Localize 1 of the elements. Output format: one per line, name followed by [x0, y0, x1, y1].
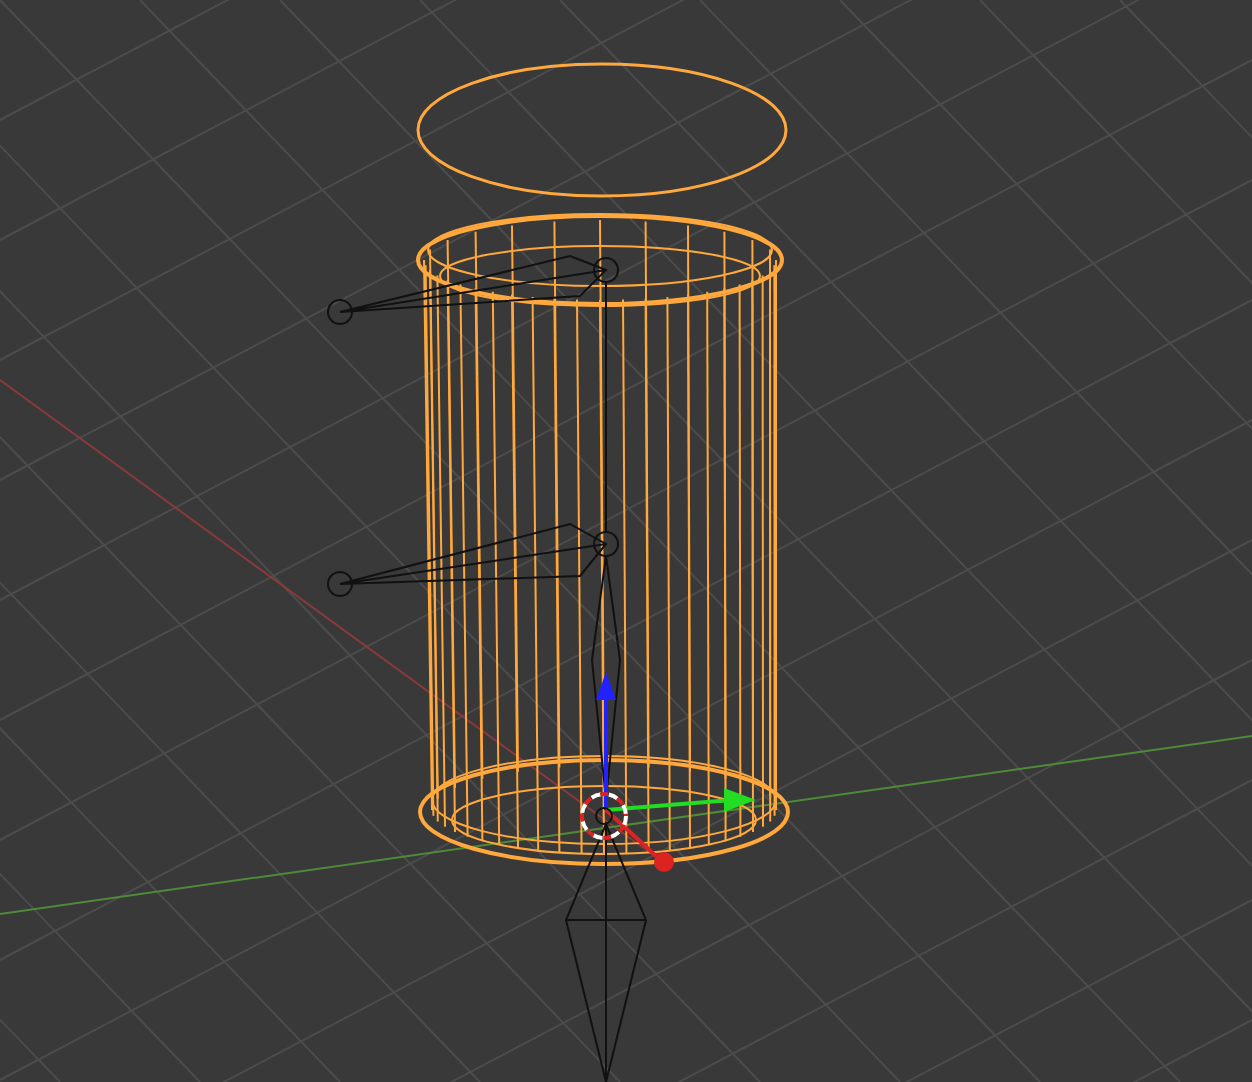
3d-cursor-icon: [580, 792, 628, 840]
